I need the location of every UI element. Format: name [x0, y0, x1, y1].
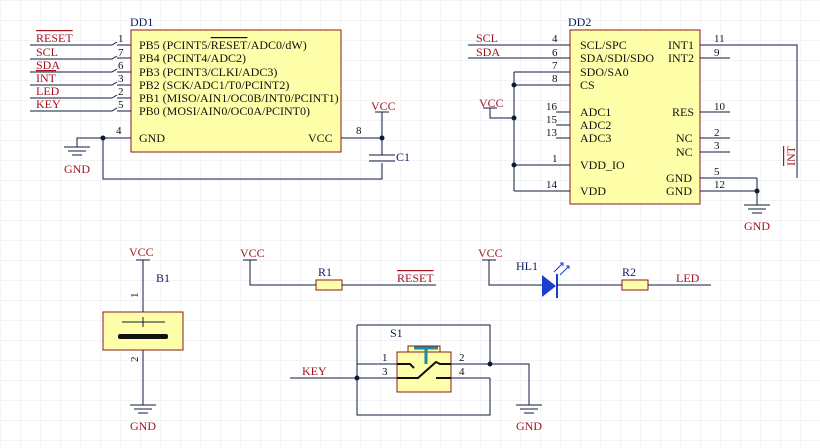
r1-net-label: RESET: [397, 271, 434, 285]
dd1-port-reset-label: RESET: [36, 31, 73, 45]
dd1-pin8-number: 8: [356, 125, 362, 137]
dd1-pin-vcc: VCC: [308, 131, 333, 145]
schematic-canvas: DD1 RESET SCL SDA INT LED KEY 1 7 6 3 2 …: [0, 0, 820, 448]
dd1-pin-gnd: GND: [139, 131, 165, 145]
r2-designator: R2: [622, 265, 636, 279]
svg-text:7: 7: [118, 47, 124, 59]
dd1-pin-pb5: PB5 (PCINT5/RESET/ADC0/dW): [139, 38, 307, 52]
svg-text:11: 11: [714, 33, 725, 45]
hl1-designator: HL1: [516, 259, 538, 273]
r2-body: [621, 279, 649, 291]
dd1-port-key-label: KEY: [36, 97, 61, 111]
dd2-designator: DD2: [568, 15, 591, 29]
svg-text:GND: GND: [666, 184, 692, 198]
r1-body: [315, 279, 343, 291]
dd1-pin4-number: 4: [116, 125, 122, 137]
svg-text:2: 2: [129, 357, 141, 363]
svg-text:3: 3: [118, 73, 124, 85]
gnd-label-b1: GND: [130, 419, 156, 433]
svg-text:12: 12: [714, 179, 725, 191]
vcc-label-b1: VCC: [129, 245, 154, 259]
svg-text:1: 1: [118, 33, 124, 45]
svg-text:CS: CS: [580, 78, 595, 92]
svg-text:8: 8: [552, 73, 558, 85]
b1-designator: B1: [156, 271, 170, 285]
svg-text:NC: NC: [676, 145, 693, 159]
dd1-designator: DD1: [130, 15, 153, 29]
svg-text:4: 4: [552, 33, 558, 45]
svg-text:5: 5: [118, 99, 124, 111]
r1-designator: R1: [318, 265, 332, 279]
svg-text:5: 5: [714, 166, 720, 178]
svg-text:RES: RES: [672, 105, 694, 119]
svg-text:15: 15: [546, 114, 558, 126]
svg-text:INT2: INT2: [668, 51, 694, 65]
battery-plate-icon: [118, 334, 168, 339]
dd1-port-int-label: INT: [36, 71, 57, 85]
svg-text:1: 1: [382, 352, 388, 364]
svg-text:SDO/SA0: SDO/SA0: [580, 65, 629, 79]
c1-designator: C1: [396, 150, 410, 164]
svg-text:3: 3: [382, 366, 388, 378]
svg-text:ADC3: ADC3: [580, 131, 611, 145]
dd1-pin-pb4: PB4 (PCINT4/ADC2): [139, 51, 246, 65]
svg-text:ADC1: ADC1: [580, 105, 611, 119]
svg-text:16: 16: [546, 101, 558, 113]
dd1-pin-pb3: PB3 (PCINT3/CLKI/ADC3): [139, 65, 277, 79]
svg-text:7: 7: [552, 60, 558, 72]
svg-text:1: 1: [129, 293, 141, 299]
vcc-label-dd1: VCC: [371, 99, 396, 113]
svg-text:NC: NC: [676, 131, 693, 145]
svg-text:3: 3: [714, 140, 720, 152]
svg-text:13: 13: [546, 127, 558, 139]
svg-text:SDA/SDI/SDO: SDA/SDI/SDO: [580, 51, 654, 65]
dd1-pin-pb2: PB2 (SCK/ADC1/T0/PCINT2): [139, 78, 289, 92]
dd1-pin-pb1: PB1 (MISO/AIN1/OC0B/INT0/PCINT1): [139, 91, 339, 105]
svg-text:SDA: SDA: [476, 45, 500, 59]
dd2-port-int[interactable]: INT: [784, 145, 798, 166]
dd1-port-led-label: LED: [36, 84, 60, 98]
svg-text:6: 6: [552, 47, 558, 59]
s1-net-label: KEY: [302, 364, 327, 378]
svg-text:GND: GND: [666, 171, 692, 185]
vcc-label-r1: VCC: [240, 246, 265, 260]
svg-text:SCL/SPC: SCL/SPC: [580, 38, 627, 52]
svg-text:VDD_IO: VDD_IO: [580, 158, 625, 172]
gnd-label-dd2: GND: [744, 219, 770, 233]
svg-text:4: 4: [459, 366, 465, 378]
gnd-label-dd1: GND: [64, 162, 90, 176]
svg-text:1: 1: [552, 153, 558, 165]
dd1-port-scl-label: SCL: [36, 45, 58, 59]
dd1-pin-pb0: PB0 (MOSI/AIN0/OC0A/PCINT0): [139, 104, 310, 118]
svg-text:SCL: SCL: [476, 31, 498, 45]
svg-text:6: 6: [118, 60, 124, 72]
svg-text:9: 9: [714, 47, 720, 59]
svg-text:2: 2: [459, 352, 465, 364]
svg-text:2: 2: [118, 86, 124, 98]
svg-text:INT1: INT1: [668, 38, 694, 52]
vcc-label-hl1: VCC: [478, 246, 503, 260]
dd1-port-sda-label: SDA: [36, 58, 60, 72]
r2-net-label: LED: [676, 271, 700, 285]
svg-text:ADC2: ADC2: [580, 118, 611, 132]
gnd-label-s1: GND: [516, 419, 542, 433]
svg-text:10: 10: [714, 101, 726, 113]
svg-text:VDD: VDD: [580, 184, 606, 198]
s1-designator: S1: [390, 326, 403, 340]
svg-text:14: 14: [546, 179, 558, 191]
svg-text:INT: INT: [784, 145, 798, 166]
svg-text:2: 2: [714, 127, 720, 139]
